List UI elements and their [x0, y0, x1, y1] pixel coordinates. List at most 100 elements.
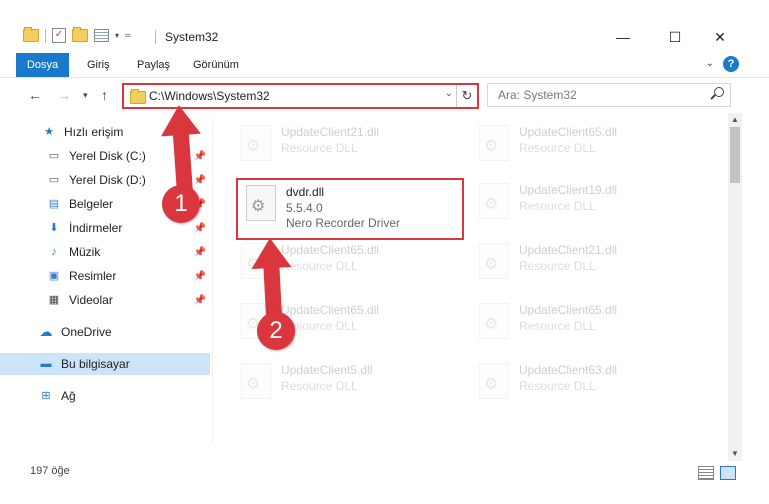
music-icon: ♪	[51, 246, 57, 258]
sidebar-item-label: Bu bilgisayar	[61, 357, 130, 371]
pin-icon[interactable]: 📌	[194, 295, 206, 306]
customize-toolbar-icon[interactable]: ═	[125, 31, 131, 40]
computer-icon: ▬	[40, 358, 52, 370]
tab-view[interactable]: Görünüm	[193, 53, 239, 77]
file-description: Resource DLL	[281, 141, 358, 155]
address-path[interactable]: C:\Windows\System32	[149, 89, 270, 103]
recent-locations-icon[interactable]: ▾	[83, 90, 88, 101]
file-description: Resource DLL	[519, 259, 596, 273]
step-badge-1: 1	[162, 185, 200, 223]
search-input[interactable]: Ara: System32	[498, 88, 577, 102]
minimize-button[interactable]: —	[600, 24, 646, 50]
title-separator	[155, 30, 156, 44]
ribbon: Dosya Giriş Paylaş Görünüm ⌄ ?	[0, 53, 769, 78]
file-description: Resource DLL	[519, 199, 596, 213]
list-item[interactable]: UpdateClient19.dll Resource DLL	[471, 177, 696, 225]
sidebar-item-label: İndirmeler	[69, 221, 123, 235]
file-name: UpdateClient63.dll	[519, 363, 618, 377]
sidebar-item-label: Videolar	[69, 293, 113, 307]
sidebar-item-label: Yerel Disk (C:)	[69, 149, 146, 163]
tab-home[interactable]: Giriş	[87, 53, 110, 77]
refresh-icon[interactable]: ↻	[456, 85, 477, 107]
new-folder-icon[interactable]	[72, 27, 88, 42]
forward-arrow-icon[interactable]: →	[57, 87, 71, 103]
scroll-down-icon[interactable]: ▼	[728, 447, 742, 461]
maximize-button[interactable]: ☐	[652, 24, 698, 50]
window-title: System32	[165, 30, 219, 44]
back-arrow-icon[interactable]: ←	[28, 87, 42, 103]
search-icon[interactable]	[714, 87, 724, 97]
list-item[interactable]: UpdateClient65.dll Resource DLL	[471, 297, 696, 345]
quick-access-toolbar: ✓ ▾ ═	[23, 27, 131, 43]
pictures-icon: ▣	[48, 270, 60, 282]
dll-file-icon	[479, 125, 509, 161]
file-name: UpdateClient65.dll	[519, 303, 618, 317]
arrow-up-icon	[161, 105, 201, 196]
dll-file-icon	[479, 243, 509, 279]
sidebar-item-network[interactable]: ⊞ Ağ	[0, 385, 210, 407]
scroll-up-icon[interactable]: ▲	[728, 113, 742, 127]
sidebar-item-label: Belgeler	[69, 197, 114, 211]
help-icon[interactable]: ?	[723, 56, 739, 72]
tab-file[interactable]: Dosya	[16, 53, 69, 77]
folder-icon[interactable]	[23, 27, 39, 42]
properties-icon[interactable]	[94, 29, 109, 42]
file-description: Resource DLL	[519, 379, 596, 393]
sidebar-item-music[interactable]: ♪ Müzik 📌	[0, 241, 210, 263]
list-item[interactable]: UpdateClient5.dll Resource DLL	[233, 357, 458, 405]
sidebar-item-label: Hızlı erişim	[64, 125, 124, 139]
chevron-down-icon[interactable]: ⌄	[445, 88, 453, 99]
file-description: Resource DLL	[281, 379, 358, 393]
sidebar-item-videos[interactable]: ▦ Videolar 📌	[0, 289, 210, 311]
drive-icon: ▭	[48, 174, 60, 186]
file-name: UpdateClient5.dll	[281, 363, 373, 377]
large-icons-view-icon[interactable]	[720, 466, 736, 480]
details-view-icon[interactable]	[698, 466, 714, 480]
pin-icon[interactable]: 📌	[194, 247, 206, 258]
tab-share[interactable]: Paylaş	[137, 53, 170, 77]
navigation-bar: ← → ▾ ↑ C:\Windows\System32 ⌄ ↻ Ara: Sys…	[0, 81, 769, 111]
dll-file-icon	[241, 125, 271, 161]
pin-icon[interactable]: 📌	[194, 223, 206, 234]
sidebar-item-label: Yerel Disk (D:)	[69, 173, 146, 187]
search-box[interactable]: Ara: System32	[487, 83, 731, 107]
list-item[interactable]: UpdateClient21.dll Resource DLL	[471, 237, 696, 285]
file-name: UpdateClient21.dll	[519, 243, 618, 257]
item-count: 197 öğe	[30, 465, 70, 477]
pin-icon[interactable]: 📌	[194, 271, 206, 282]
dll-file-icon	[479, 183, 509, 219]
cloud-icon: ☁	[39, 324, 53, 339]
list-item[interactable]: UpdateClient65.dll Resource DLL	[471, 119, 696, 167]
arrow-up-icon	[251, 238, 292, 321]
sidebar-item-onedrive[interactable]: ☁ OneDrive	[0, 321, 210, 343]
sidebar-item-label: Müzik	[69, 245, 101, 259]
dll-file-icon	[241, 363, 271, 399]
file-name: UpdateClient21.dll	[281, 125, 380, 139]
network-icon: ⊞	[41, 390, 51, 402]
close-button[interactable]: ✕	[697, 24, 743, 50]
properties-check-icon[interactable]: ✓	[52, 28, 66, 43]
download-icon: ⬇	[49, 222, 59, 234]
dll-file-icon	[479, 303, 509, 339]
vertical-scrollbar[interactable]: ▲ ▼	[728, 113, 742, 461]
file-description: Resource DLL	[519, 141, 596, 155]
star-icon: ★	[44, 126, 54, 138]
list-item[interactable]: UpdateClient63.dll Resource DLL	[471, 357, 696, 405]
expand-ribbon-icon[interactable]: ⌄	[706, 58, 714, 69]
title-bar: ✓ ▾ ═ System32 — ☐ ✕	[0, 0, 769, 50]
step-badge-2: 2	[257, 312, 295, 350]
sidebar-item-this-pc[interactable]: ▬ Bu bilgisayar	[0, 353, 210, 375]
separator	[45, 28, 46, 43]
chevron-down-icon[interactable]: ▾	[115, 31, 119, 40]
scroll-thumb[interactable]	[730, 127, 740, 183]
list-item[interactable]: UpdateClient21.dll Resource DLL	[233, 119, 458, 167]
highlight-box	[236, 178, 464, 240]
sidebar-item-label: Resimler	[69, 269, 117, 283]
document-icon: ▤	[48, 198, 60, 210]
file-name: UpdateClient65.dll	[519, 125, 618, 139]
folder-icon	[130, 89, 146, 104]
sidebar-item-pictures[interactable]: ▣ Resimler 📌	[0, 265, 210, 287]
up-arrow-icon[interactable]: ↑	[101, 87, 108, 103]
status-bar: 197 öğe	[0, 461, 769, 483]
sidebar-item-label: OneDrive	[61, 325, 112, 339]
